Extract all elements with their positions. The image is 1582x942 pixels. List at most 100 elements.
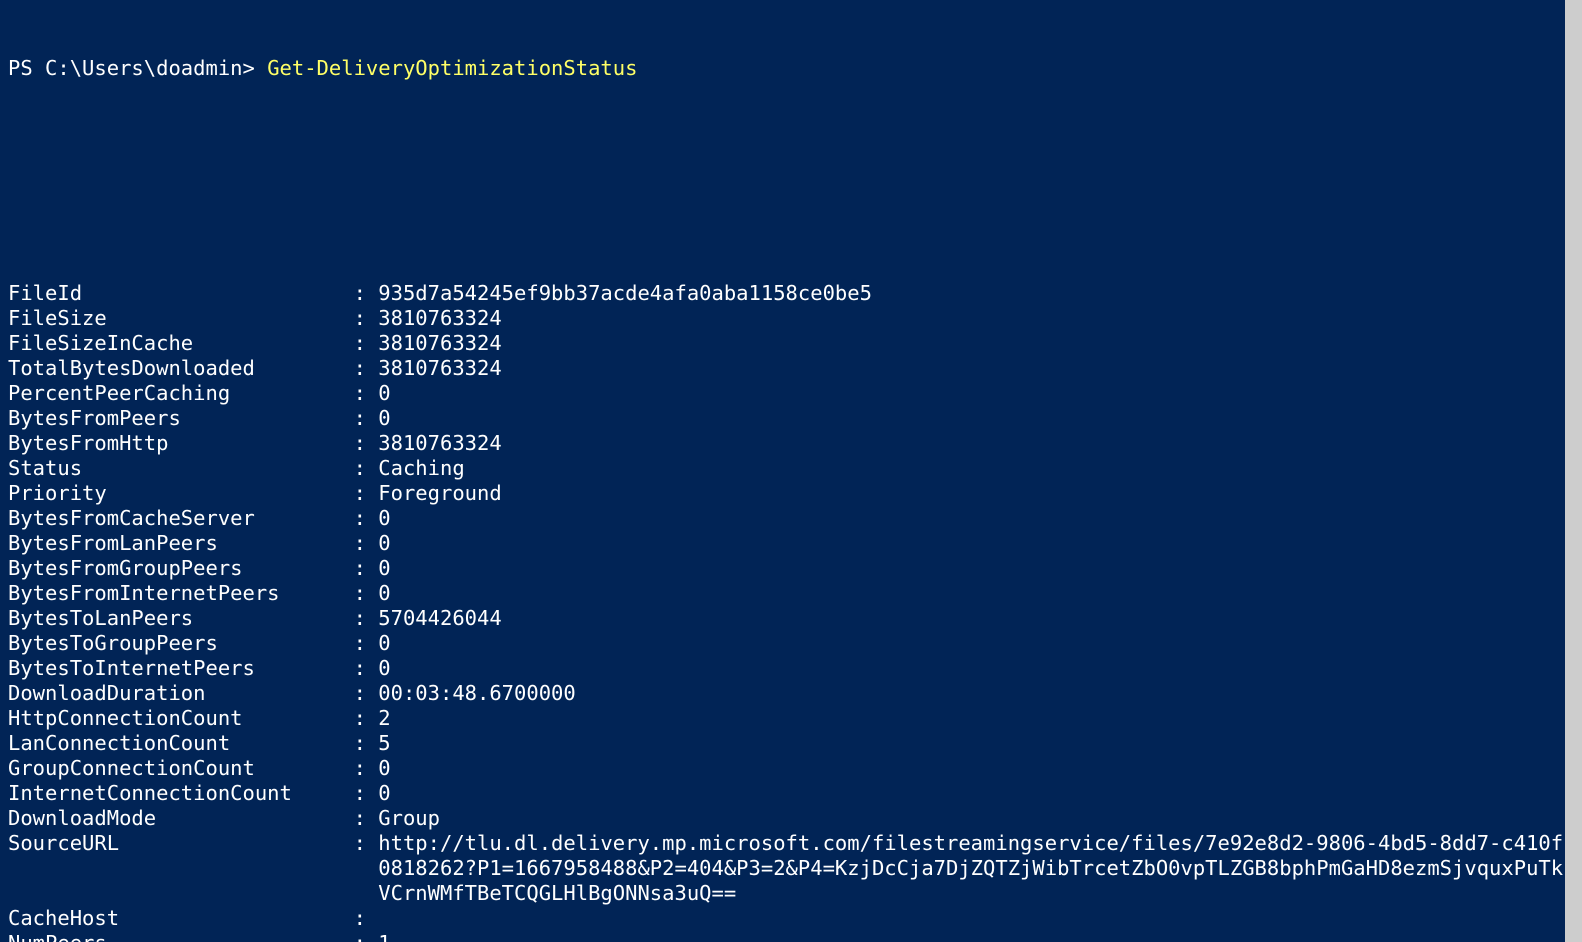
- console-output[interactable]: PS C:\Users\doadmin> Get-DeliveryOptimiz…: [0, 0, 1582, 942]
- field-separator: :: [341, 806, 378, 831]
- field-separator: :: [341, 631, 378, 656]
- field-value: 2: [378, 706, 1574, 731]
- field-key: PercentPeerCaching: [8, 381, 341, 406]
- field-separator: :: [341, 431, 378, 456]
- field-separator: :: [341, 381, 378, 406]
- field-separator: :: [341, 406, 378, 431]
- vertical-scrollbar[interactable]: [1565, 0, 1582, 942]
- field-separator: :: [341, 831, 378, 856]
- output-row-percentpeercaching: PercentPeerCaching : 0: [8, 381, 1574, 406]
- blank-line: [8, 131, 1574, 156]
- field-value: 935d7a54245ef9bb37acde4afa0aba1158ce0be5: [378, 281, 1574, 306]
- field-separator: :: [341, 456, 378, 481]
- field-value: Foreground: [378, 481, 1574, 506]
- field-key: BytesToInternetPeers: [8, 656, 341, 681]
- output-row-bytesfromcacheserver: BytesFromCacheServer : 0: [8, 506, 1574, 531]
- field-separator: :: [341, 681, 378, 706]
- field-value: 0: [378, 406, 1574, 431]
- field-separator: :: [341, 506, 378, 531]
- output-row-downloadmode: DownloadMode : Group: [8, 806, 1574, 831]
- field-key: BytesFromCacheServer: [8, 506, 341, 531]
- output-row-bytesfrominternetpeers: BytesFromInternetPeers : 0: [8, 581, 1574, 606]
- output-record: FileId : 935d7a54245ef9bb37acde4afa0aba1…: [8, 281, 1574, 942]
- field-value: 5704426044: [378, 606, 1574, 631]
- field-key: Priority: [8, 481, 341, 506]
- field-value: 0: [378, 656, 1574, 681]
- output-row-downloadduration: DownloadDuration : 00:03:48.6700000: [8, 681, 1574, 706]
- output-row-httpconnectioncount: HttpConnectionCount : 2: [8, 706, 1574, 731]
- output-row-bytesfrompeers: BytesFromPeers : 0: [8, 406, 1574, 431]
- output-row-bytesfromgrouppeers: BytesFromGroupPeers : 0: [8, 556, 1574, 581]
- field-value: 0: [378, 631, 1574, 656]
- field-value: 0: [378, 756, 1574, 781]
- field-value: 5: [378, 731, 1574, 756]
- field-separator: :: [341, 706, 378, 731]
- field-value: 0: [378, 381, 1574, 406]
- field-key: BytesFromPeers: [8, 406, 341, 431]
- field-separator: :: [341, 356, 378, 381]
- output-row-sourceurl: SourceURL : http://tlu.dl.delivery.mp.mi…: [8, 831, 1574, 906]
- field-key: CacheHost: [8, 906, 341, 931]
- output-row-groupconnectioncount: GroupConnectionCount : 0: [8, 756, 1574, 781]
- output-row-bytesfromlanpeers: BytesFromLanPeers : 0: [8, 531, 1574, 556]
- field-separator: :: [341, 731, 378, 756]
- output-row-priority: Priority : Foreground: [8, 481, 1574, 506]
- output-row-filesize: FileSize : 3810763324: [8, 306, 1574, 331]
- field-key: BytesFromInternetPeers: [8, 581, 341, 606]
- output-row-bytestolanpeers: BytesToLanPeers : 5704426044: [8, 606, 1574, 631]
- field-key: GroupConnectionCount: [8, 756, 341, 781]
- output-row-internetconnectioncount: InternetConnectionCount : 0: [8, 781, 1574, 806]
- field-separator: :: [341, 781, 378, 806]
- field-value: 3810763324: [378, 431, 1574, 456]
- field-key: NumPeers: [8, 931, 341, 942]
- field-key: FileId: [8, 281, 341, 306]
- output-row-bytestointernetpeers: BytesToInternetPeers : 0: [8, 656, 1574, 681]
- output-row-totalbytesdownloaded: TotalBytesDownloaded : 3810763324: [8, 356, 1574, 381]
- field-key: DownloadDuration: [8, 681, 341, 706]
- output-row-filesizeincache: FileSizeInCache : 3810763324: [8, 331, 1574, 356]
- field-key: FileSizeInCache: [8, 331, 341, 356]
- field-key: BytesFromLanPeers: [8, 531, 341, 556]
- field-value: 0: [378, 556, 1574, 581]
- output-row-status: Status : Caching: [8, 456, 1574, 481]
- field-value: 3810763324: [378, 331, 1574, 356]
- field-value: 0: [378, 781, 1574, 806]
- field-value: 0: [378, 581, 1574, 606]
- field-separator: :: [341, 481, 378, 506]
- output-row-lanconnectioncount: LanConnectionCount : 5: [8, 731, 1574, 756]
- field-key: HttpConnectionCount: [8, 706, 341, 731]
- field-separator: :: [341, 656, 378, 681]
- field-value: 0: [378, 531, 1574, 556]
- field-separator: :: [341, 581, 378, 606]
- field-value: 3810763324: [378, 356, 1574, 381]
- field-key: SourceURL: [8, 831, 341, 856]
- field-value: 0: [378, 506, 1574, 531]
- prompt-prefix: PS C:\Users\doadmin>: [8, 56, 267, 80]
- field-separator: :: [341, 306, 378, 331]
- prompt-command: Get-DeliveryOptimizationStatus: [267, 56, 637, 80]
- scrollbar-thumb[interactable]: [1565, 0, 1582, 942]
- field-key: BytesToLanPeers: [8, 606, 341, 631]
- field-value: 1: [378, 931, 1574, 942]
- field-separator: :: [341, 906, 378, 931]
- output-row-fileid: FileId : 935d7a54245ef9bb37acde4afa0aba1…: [8, 281, 1574, 306]
- field-key: DownloadMode: [8, 806, 341, 831]
- field-separator: :: [341, 531, 378, 556]
- field-value: http://tlu.dl.delivery.mp.microsoft.com/…: [378, 831, 1574, 906]
- field-key: BytesFromHttp: [8, 431, 341, 456]
- field-value: Group: [378, 806, 1574, 831]
- powershell-console[interactable]: PS C:\Users\doadmin> Get-DeliveryOptimiz…: [0, 0, 1582, 942]
- blank-line: [8, 206, 1574, 231]
- field-separator: :: [341, 331, 378, 356]
- field-value: 3810763324: [378, 306, 1574, 331]
- field-separator: :: [341, 281, 378, 306]
- prompt-line: PS C:\Users\doadmin> Get-DeliveryOptimiz…: [8, 56, 1574, 81]
- field-key: LanConnectionCount: [8, 731, 341, 756]
- field-value: Caching: [378, 456, 1574, 481]
- field-separator: :: [341, 606, 378, 631]
- field-value: 00:03:48.6700000: [378, 681, 1574, 706]
- output-row-bytesfromhttp: BytesFromHttp : 3810763324: [8, 431, 1574, 456]
- field-key: TotalBytesDownloaded: [8, 356, 341, 381]
- field-key: FileSize: [8, 306, 341, 331]
- field-separator: :: [341, 556, 378, 581]
